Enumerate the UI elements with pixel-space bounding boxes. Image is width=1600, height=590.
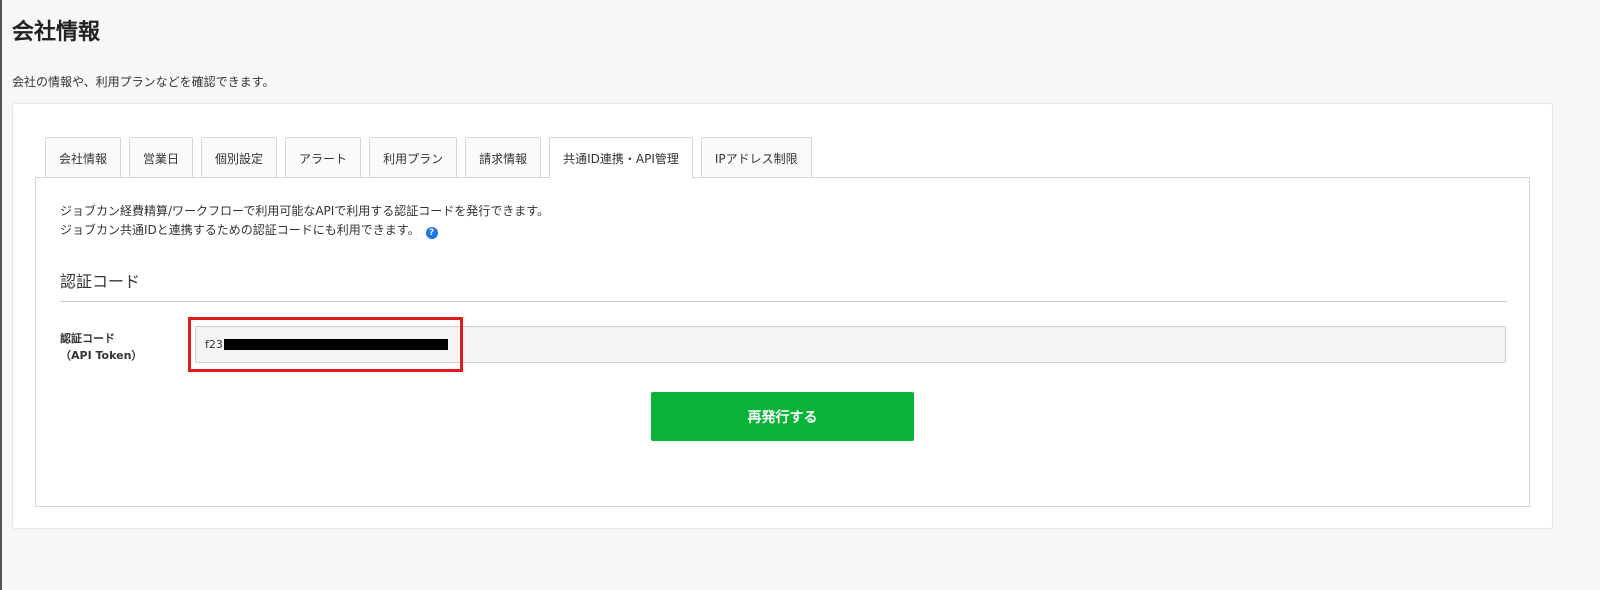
page-description: 会社の情報や、利用プランなどを確認できます。 — [12, 75, 275, 89]
page-title: 会社情報 — [12, 20, 101, 45]
tab-business-days[interactable]: 営業日 — [129, 137, 194, 178]
tab-individual-settings[interactable]: 個別設定 — [201, 137, 278, 178]
tab-company-info[interactable]: 会社情報 — [45, 137, 122, 178]
tab-plan[interactable]: 利用プラン — [369, 137, 458, 178]
panel-description-line2-row: ジョブカン共通IDと連携するための認証コードにも利用できます。? — [60, 221, 549, 240]
tab-bar: 会社情報 営業日 個別設定 アラート 利用プラン 請求情報 共通ID連携・API… — [45, 137, 820, 179]
panel-description: ジョブカン経費精算/ワークフローで利用可能なAPIで利用する認証コードを発行でき… — [60, 202, 549, 240]
panel-description-line1: ジョブカン経費精算/ワークフローで利用可能なAPIで利用する認証コードを発行でき… — [60, 204, 550, 218]
question-circle-icon[interactable]: ? — [425, 227, 438, 239]
section-title: 認証コード — [60, 272, 141, 291]
tab-panel-api: ジョブカン経費精算/ワークフローで利用可能なAPIで利用する認証コードを発行でき… — [35, 177, 1530, 507]
api-token-field[interactable]: f23 — [195, 326, 1506, 363]
tab-ip-restriction[interactable]: IPアドレス制限 — [700, 137, 812, 178]
api-token-prefix: f23 — [205, 338, 223, 351]
panel-description-line2: ジョブカン共通IDと連携するための認証コードにも利用できます。 — [60, 223, 420, 237]
field-label-line1: 認証コード — [60, 332, 115, 345]
tab-alerts[interactable]: アラート — [285, 137, 362, 178]
section-divider — [60, 301, 1507, 302]
reissue-button[interactable]: 再発行する — [651, 392, 914, 441]
redaction-bar — [223, 339, 448, 350]
tab-common-id-api[interactable]: 共通ID連携・API管理 — [549, 137, 693, 179]
field-label-line2: （API Token） — [60, 349, 143, 362]
tab-billing[interactable]: 請求情報 — [465, 137, 542, 178]
company-info-card: 会社情報 営業日 個別設定 アラート 利用プラン 請求情報 共通ID連携・API… — [12, 103, 1553, 529]
field-label: 認証コード （API Token） — [60, 330, 142, 364]
